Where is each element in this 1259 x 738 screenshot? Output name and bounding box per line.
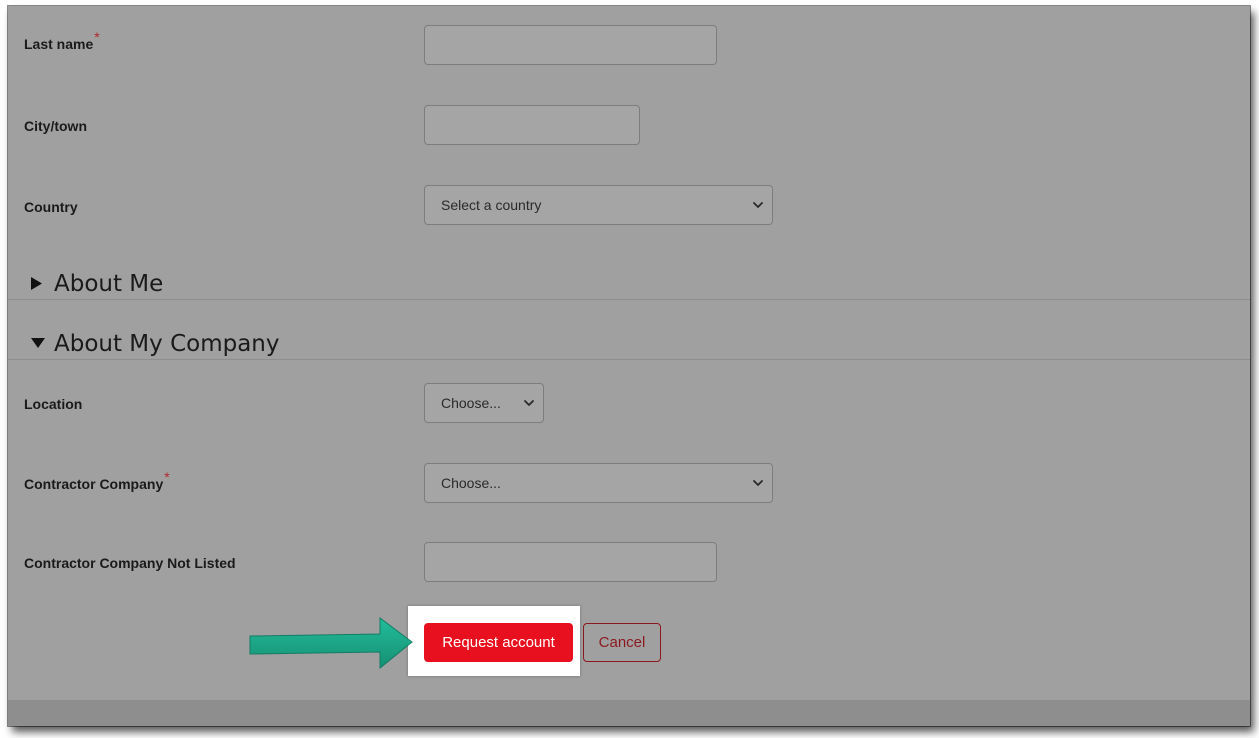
contractor-company-select-value: Choose... — [441, 475, 501, 491]
last-name-input[interactable] — [424, 25, 717, 65]
city-input[interactable] — [424, 105, 640, 145]
section-about-company[interactable]: About My Company — [8, 319, 1250, 360]
triangle-right-icon — [31, 277, 42, 290]
country-label: Country — [24, 199, 78, 215]
request-account-button[interactable]: Request account — [424, 623, 573, 662]
location-label: Location — [24, 396, 83, 412]
contractor-company-label: Contractor Company* — [24, 469, 170, 492]
section-about-company-title: About My Company — [54, 331, 280, 357]
last-name-label: Last name* — [24, 29, 100, 52]
chevron-down-icon — [524, 400, 534, 406]
cancel-button[interactable]: Cancel — [583, 623, 661, 662]
registration-form-panel: Last name* City/town Country Select a co… — [8, 6, 1250, 726]
country-select[interactable]: Select a country — [424, 185, 773, 225]
contractor-company-label-text: Contractor Company — [24, 476, 164, 492]
city-label: City/town — [24, 118, 87, 134]
required-mark: * — [164, 469, 170, 485]
arrow-right-icon — [249, 617, 413, 670]
contractor-company-select[interactable]: Choose... — [424, 463, 773, 503]
country-select-value: Select a country — [441, 197, 542, 213]
location-select-value: Choose... — [441, 395, 501, 411]
chevron-down-icon — [753, 480, 763, 486]
last-name-label-text: Last name — [24, 36, 94, 52]
section-about-me-title: About Me — [54, 271, 164, 297]
triangle-down-icon — [31, 338, 45, 348]
contractor-not-listed-label: Contractor Company Not Listed — [24, 555, 236, 571]
chevron-down-icon — [753, 202, 763, 208]
required-mark: * — [94, 29, 100, 45]
panel-footer-strip — [8, 700, 1250, 726]
contractor-not-listed-input[interactable] — [424, 542, 717, 582]
location-select[interactable]: Choose... — [424, 383, 544, 423]
section-about-me[interactable]: About Me — [8, 259, 1250, 300]
